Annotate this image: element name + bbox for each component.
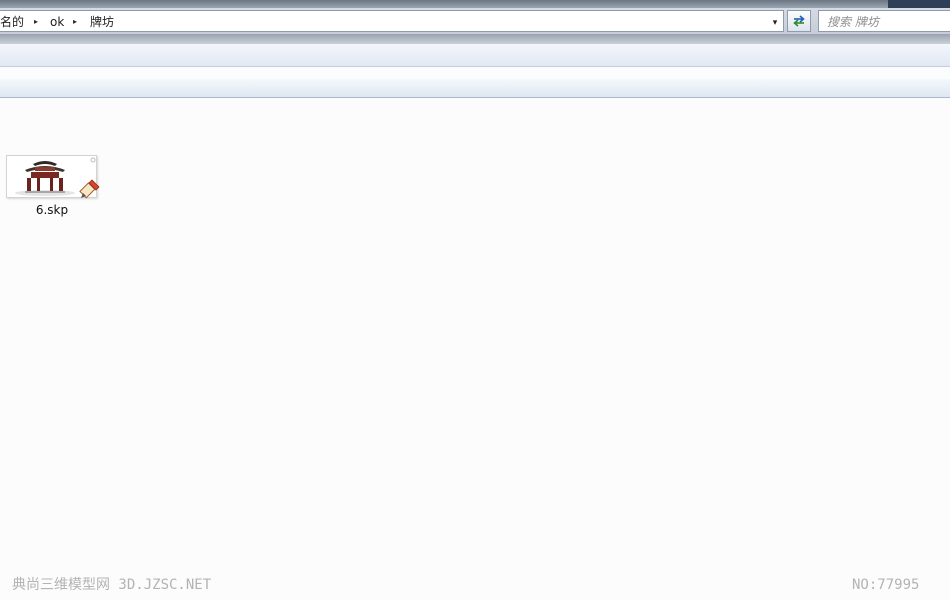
- breadcrumb-item[interactable]: 名的: [0, 13, 24, 31]
- window-top-strip: [0, 0, 950, 8]
- column-header-bar: [0, 79, 950, 98]
- search-box[interactable]: [818, 10, 950, 32]
- watermark-number: NO:77995: [852, 577, 920, 593]
- file-list-area[interactable]: 6.skp: [0, 98, 950, 600]
- breadcrumb-separator-icon[interactable]: ▸: [34, 14, 38, 30]
- breadcrumb-item[interactable]: ok: [50, 13, 64, 31]
- file-item[interactable]: 6.skp: [4, 153, 100, 221]
- breadcrumb[interactable]: 名的 ▸ ok ▸ 牌坊 ▾: [0, 10, 784, 32]
- command-bar: [0, 44, 950, 67]
- file-name: 6.skp: [35, 203, 69, 217]
- refresh-button[interactable]: [787, 10, 811, 32]
- chevron-down-icon[interactable]: ▾: [770, 18, 780, 28]
- breadcrumb-item[interactable]: 牌坊: [90, 13, 114, 31]
- toolbar-gap: [0, 67, 950, 79]
- sketchup-file-icon: [79, 179, 100, 199]
- window-corner: [888, 0, 950, 8]
- address-bar: 名的 ▸ ok ▸ 牌坊 ▾: [0, 8, 950, 34]
- breadcrumb-separator-icon[interactable]: ▸: [73, 14, 77, 30]
- search-input[interactable]: [827, 13, 945, 31]
- refresh-icon: [793, 15, 805, 27]
- menu-strip: [0, 34, 950, 44]
- watermark-site: 典尚三维模型网 3D.JZSC.NET: [12, 577, 212, 593]
